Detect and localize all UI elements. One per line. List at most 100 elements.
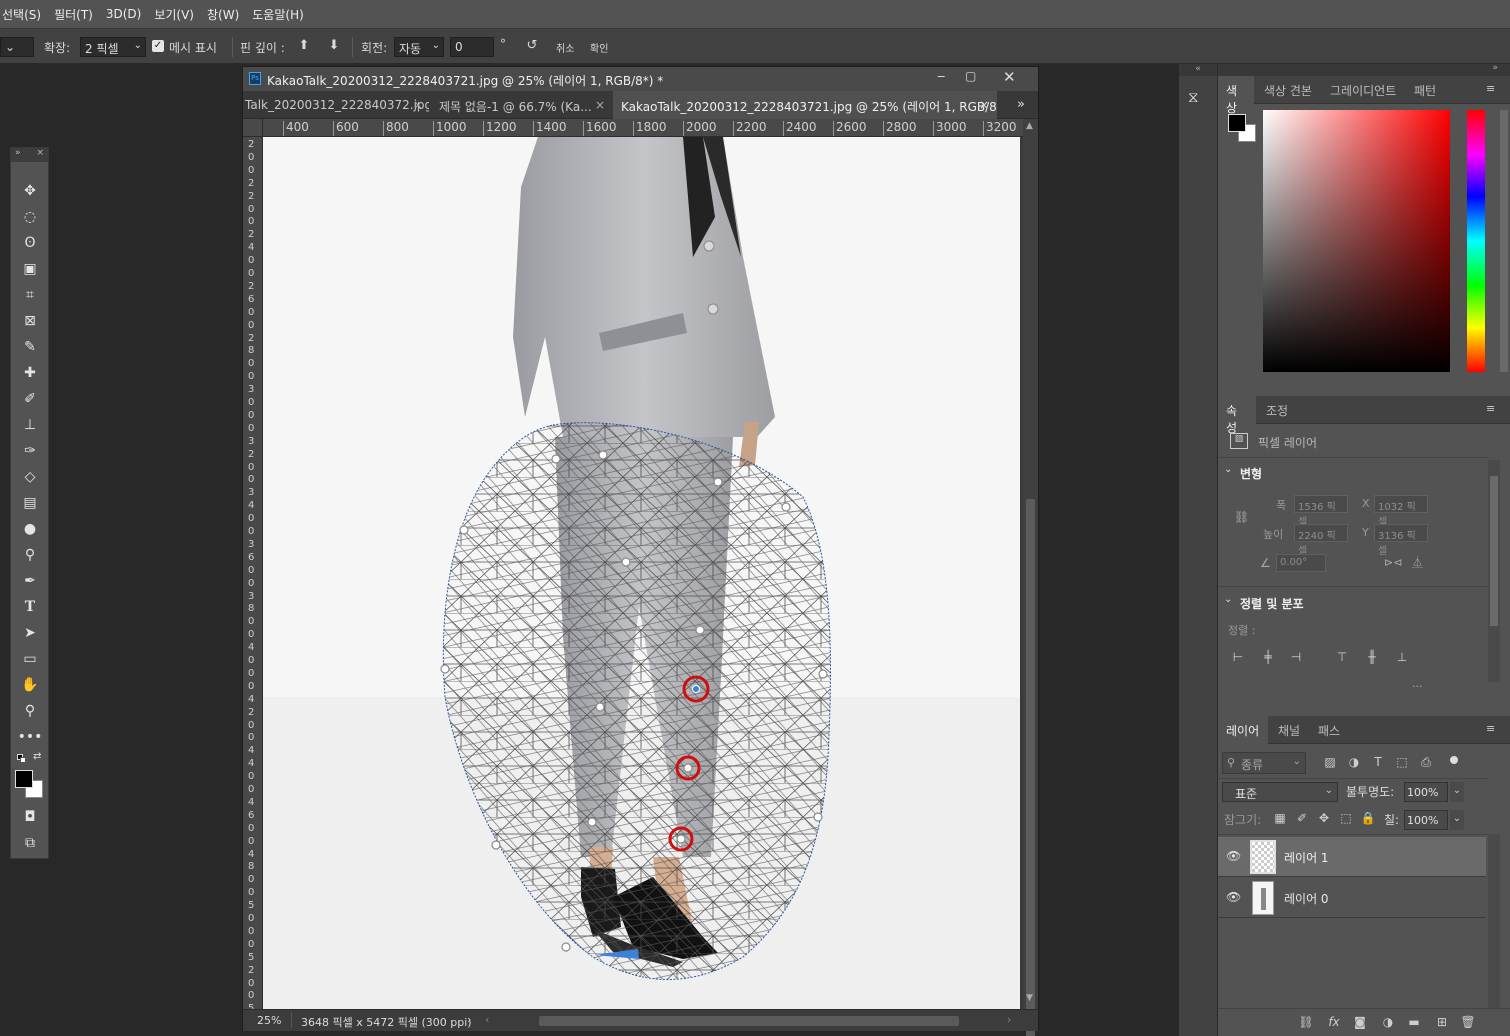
maximize-icon[interactable]: ▢	[965, 69, 976, 83]
align-center-horizontal-icon[interactable]: ╪	[1260, 650, 1276, 666]
tab-color[interactable]: 색상	[1218, 76, 1254, 115]
angle-input[interactable]: 0.00°	[1276, 554, 1326, 572]
default-colors-icon[interactable]	[17, 754, 27, 764]
align-top-icon[interactable]: ⊤	[1334, 650, 1350, 666]
eye-icon[interactable]: 👁	[1226, 890, 1241, 904]
swap-colors-icon[interactable]: ⇄	[33, 751, 41, 762]
link-layers-icon[interactable]: ⛓	[1298, 1015, 1314, 1031]
vertical-scroll-thumb[interactable]	[1026, 499, 1035, 1036]
show-mesh-checkbox[interactable]: ✓	[152, 40, 164, 52]
width-input[interactable]: 1536 픽셀	[1294, 495, 1348, 528]
trash-icon[interactable]: 🗑	[1460, 1015, 1476, 1031]
collapse-align-icon[interactable]: ⌄	[1224, 594, 1232, 605]
properties-scrollbar[interactable]	[1488, 460, 1500, 682]
layer-filter-dropdown[interactable]: ⚲ 종류 ⌄	[1222, 752, 1306, 774]
fill-dropdown-icon[interactable]: ⌄	[1450, 810, 1464, 830]
crop-tool-icon[interactable]: ⌗	[19, 284, 41, 306]
brush-tool-icon[interactable]: ✐	[19, 388, 41, 410]
screen-mode-icon[interactable]: ⧉	[19, 832, 41, 854]
expand-icon[interactable]: »	[15, 148, 21, 162]
layer-row[interactable]: 👁 레이어 1	[1218, 837, 1486, 877]
tab-patterns[interactable]: 패턴	[1406, 76, 1444, 104]
scroll-right-icon[interactable]: ›	[1007, 1013, 1011, 1026]
move-tool-icon[interactable]: ✥	[19, 180, 41, 202]
history-panel-icon[interactable]: ⧖	[1188, 88, 1208, 108]
dodge-tool-icon[interactable]: ⚲	[19, 544, 41, 566]
tab-adjustments[interactable]: 조정	[1258, 396, 1296, 424]
flip-vertical-icon[interactable]: ⏅	[1412, 554, 1423, 570]
confirm-button[interactable]: 확인	[590, 40, 608, 55]
collapse-panels-icon[interactable]: »	[1492, 63, 1498, 73]
horizontal-scroll-thumb[interactable]	[539, 1016, 959, 1026]
y-input[interactable]: 3136 픽셀	[1374, 524, 1428, 557]
canvas-image[interactable]	[263, 137, 1023, 1009]
menu-3d[interactable]: 3D(D)	[106, 7, 141, 21]
layer-name[interactable]: 레이어 0	[1284, 890, 1329, 907]
rectangle-tool-icon[interactable]: ▭	[19, 648, 41, 670]
clone-stamp-tool-icon[interactable]: ⊥	[19, 414, 41, 436]
tab-layers[interactable]: 레이어	[1218, 716, 1268, 744]
layers-scrollbar[interactable]	[1488, 834, 1500, 1009]
panel-menu-icon[interactable]: ≡	[1486, 722, 1500, 735]
color-panel-scrollbar[interactable]	[1500, 110, 1508, 372]
align-bottom-icon[interactable]: ⊥	[1394, 650, 1410, 666]
panel-menu-icon[interactable]: ≡	[1486, 82, 1500, 95]
expansion-dropdown[interactable]: 2 픽셀 ⌄	[80, 37, 146, 57]
collapse-icon[interactable]: «	[1179, 64, 1217, 76]
filter-smart-object-icon[interactable]: ⎙	[1418, 755, 1434, 771]
close-tab-icon[interactable]: ×	[595, 98, 605, 112]
ruler-origin[interactable]	[243, 119, 263, 137]
gradient-tool-icon[interactable]: ▤	[19, 492, 41, 514]
collapse-transform-icon[interactable]: ⌄	[1224, 464, 1232, 475]
healing-brush-tool-icon[interactable]: ✚	[19, 362, 41, 384]
add-mask-icon[interactable]: ◙	[1352, 1015, 1368, 1031]
pen-tool-icon[interactable]: ✒	[19, 570, 41, 592]
fx-icon[interactable]: fx	[1326, 1015, 1342, 1031]
eye-icon[interactable]: 👁	[1226, 849, 1241, 863]
cancel-button[interactable]: 취소	[556, 40, 574, 55]
tab-properties[interactable]: 속성	[1218, 396, 1256, 435]
hand-tool-icon[interactable]: ✋	[19, 674, 41, 696]
close-window-icon[interactable]: ✕	[1003, 68, 1016, 86]
new-layer-icon[interactable]: ⊞	[1434, 1015, 1450, 1031]
type-tool-icon[interactable]: T	[19, 596, 41, 618]
rotation-mode-dropdown[interactable]: 자동 ⌄	[394, 37, 444, 57]
layer-name[interactable]: 레이어 1	[1284, 849, 1329, 866]
menu-window[interactable]: 창(W)	[207, 6, 239, 23]
vertical-scrollbar[interactable]: ▲ ▼	[1023, 119, 1038, 1036]
properties-scroll-thumb[interactable]	[1490, 476, 1498, 626]
foreground-color-swatch[interactable]	[1228, 114, 1246, 132]
fill-input[interactable]: 100%	[1404, 810, 1448, 830]
align-left-icon[interactable]: ⊢	[1230, 650, 1246, 666]
link-icon[interactable]: ⛓	[1234, 510, 1249, 524]
menu-select[interactable]: 선택(S)	[2, 6, 41, 23]
zoom-tool-icon[interactable]: ⚲	[19, 700, 41, 722]
zoom-level[interactable]: 25%	[257, 1014, 281, 1027]
align-right-icon[interactable]: ⊣	[1288, 650, 1304, 666]
minimize-icon[interactable]: ‒	[937, 69, 945, 84]
menu-help[interactable]: 도움말(H)	[252, 6, 304, 23]
opacity-dropdown-icon[interactable]: ⌄	[1450, 782, 1464, 802]
path-selection-tool-icon[interactable]: ➤	[19, 622, 41, 644]
tab-channels[interactable]: 채널	[1270, 716, 1308, 744]
scroll-up-icon[interactable]: ▲	[1026, 121, 1033, 131]
menu-filter[interactable]: 필터(T)	[54, 6, 93, 23]
hue-slider[interactable]	[1467, 110, 1485, 372]
filter-pixel-icon[interactable]: ▨	[1322, 755, 1338, 771]
vertical-ruler[interactable]: 2002200240026002800300032003400360038004…	[243, 137, 263, 1009]
flip-horizontal-icon[interactable]: ⊳⊲	[1384, 556, 1402, 569]
document-titlebar[interactable]: Ps KakaoTalk_20200312_2228403721.jpg @ 2…	[243, 67, 1038, 91]
close-tab-icon[interactable]: ×	[979, 98, 989, 112]
marquee-tool-icon[interactable]: ◌	[19, 206, 41, 228]
filter-shape-icon[interactable]: ⬚	[1394, 755, 1410, 771]
tab-document-2[interactable]: 제목 없음-1 @ 66.7% (Ka... ×	[431, 91, 611, 119]
blur-tool-icon[interactable]: ●	[19, 518, 41, 540]
close-tab-icon[interactable]: ×	[413, 98, 423, 112]
lock-artboard-icon[interactable]: ⬚	[1338, 811, 1354, 827]
height-input[interactable]: 2240 픽셀	[1294, 524, 1348, 557]
object-select-tool-icon[interactable]: ▣	[19, 258, 41, 280]
align-center-vertical-icon[interactable]: ╫	[1364, 650, 1380, 666]
rotation-angle-input[interactable]: 0	[450, 37, 494, 57]
lasso-tool-icon[interactable]: ʘ	[19, 232, 41, 254]
tab-paths[interactable]: 패스	[1310, 716, 1348, 744]
